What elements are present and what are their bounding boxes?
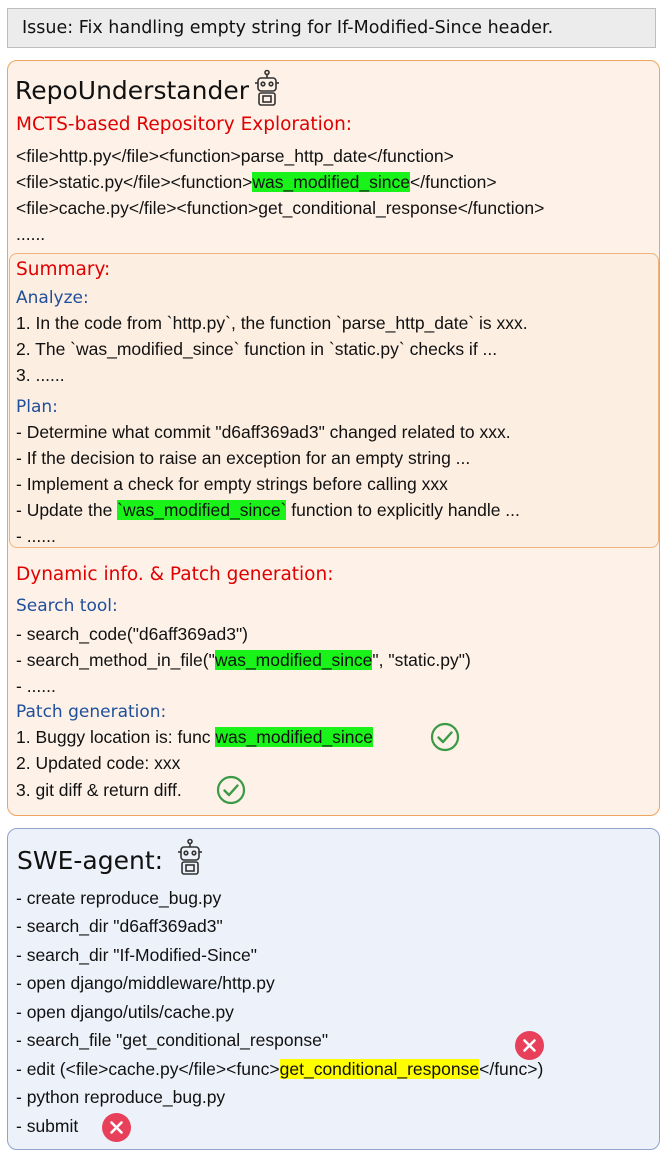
swe-step: - open django/utils/cache.py	[16, 1002, 234, 1022]
robot-icon	[178, 838, 202, 875]
mcts-line: ......	[16, 224, 46, 244]
search-tool-label: Search tool:	[16, 596, 118, 616]
highlight: was_modified_since	[252, 172, 410, 192]
patch-line: 1. Buggy location is: func was_modified_…	[16, 727, 374, 747]
swe-step: - submit	[16, 1116, 79, 1136]
search-tool-line: - search_method_in_file("was_modified_si…	[16, 650, 471, 670]
search-tool-line: - search_code("d6aff369ad3")	[16, 624, 248, 644]
highlight: get_conditional_response	[279, 1059, 480, 1079]
search-tool-line: - ......	[16, 676, 56, 696]
summary-heading: Summary:	[16, 259, 111, 280]
swe-agent-title: SWE-agent:	[17, 846, 164, 875]
swe-step: - create reproduce_bug.py	[16, 888, 222, 908]
swe-step: - search_file "get_conditional_response"	[16, 1030, 329, 1050]
patch-line: 2. Updated code: xxx	[16, 753, 181, 773]
highlight: `was_modified_since`	[117, 500, 287, 520]
repo-understander-title: RepoUnderstander	[15, 76, 249, 105]
highlight: was_modified_since	[214, 650, 373, 670]
issue-text: Issue: Fix handling empty string for If-…	[22, 18, 554, 38]
analyze-line: 3. ......	[16, 365, 65, 385]
mcts-line: <file>http.py</file><function>parse_http…	[16, 146, 454, 166]
plan-line: - ......	[16, 526, 56, 546]
swe-step: - search_dir "d6aff369ad3"	[16, 916, 223, 936]
analyze-line: 2. The `was_modified_since` function in …	[16, 339, 498, 359]
mcts-heading: MCTS-based Repository Exploration:	[16, 114, 353, 135]
analyze-label: Analyze:	[16, 288, 89, 308]
swe-step: - search_dir "If-Modified-Since"	[16, 945, 257, 965]
mcts-line: <file>cache.py</file><function>get_condi…	[16, 198, 545, 218]
x-circle-icon	[102, 1113, 131, 1142]
plan-label: Plan:	[16, 397, 58, 417]
plan-line: - Determine what commit "d6aff369ad3" ch…	[16, 422, 511, 442]
highlight: was_modified_since	[215, 727, 374, 747]
issue-bar: Issue: Fix handling empty string for If-…	[7, 8, 656, 48]
x-circle-icon	[515, 1031, 544, 1060]
swe-step: - edit (<file>cache.py</file><func>get_c…	[16, 1059, 544, 1079]
plan-line: - Implement a check for empty strings be…	[16, 474, 448, 494]
plan-line: - Update the `was_modified_since` functi…	[16, 500, 520, 520]
swe-step: - open django/middleware/http.py	[16, 973, 275, 993]
dynamic-heading: Dynamic info. & Patch generation:	[16, 564, 334, 585]
swe-step: - python reproduce_bug.py	[16, 1087, 226, 1107]
check-circle-icon	[430, 722, 460, 752]
robot-icon	[255, 69, 279, 106]
patch-generation-label: Patch generation:	[16, 702, 167, 722]
patch-line: 3. git diff & return diff.	[16, 780, 182, 800]
plan-line: - If the decision to raise an exception …	[16, 448, 471, 468]
check-circle-icon	[216, 775, 246, 805]
mcts-line: <file>static.py</file><function>was_modi…	[16, 172, 497, 192]
analyze-line: 1. In the code from `http.py`, the funct…	[16, 313, 528, 333]
